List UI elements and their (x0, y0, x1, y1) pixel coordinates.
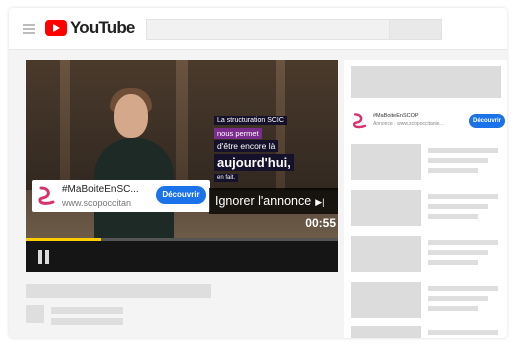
sidebar: #MaBoiteEnSCOP Annonce · www.scopoccitan… (344, 60, 507, 338)
suggested-video-line (428, 204, 488, 209)
pause-icon[interactable] (38, 250, 50, 264)
channel-avatar-placeholder (26, 305, 44, 323)
suggested-video-line (428, 330, 498, 335)
search-button[interactable] (390, 19, 442, 40)
suggested-video-thumbnail[interactable] (351, 190, 421, 226)
suggested-video-thumbnail[interactable] (351, 282, 421, 318)
sidebar-ad-url[interactable]: Annonce · www.scopoccitanie... (373, 121, 444, 127)
subtitle-line: en fait. (214, 174, 239, 182)
search-input[interactable] (146, 19, 390, 40)
sidebar-banner-placeholder (351, 66, 501, 98)
sidebar-ad-title[interactable]: #MaBoiteEnSCOP (373, 113, 419, 119)
ad-overlay-card[interactable]: #MaBoiteEnSC... www.scopoccitan Découvri… (32, 180, 210, 212)
suggested-video-thumbnail[interactable] (351, 144, 421, 180)
youtube-window: YouTube La structuration SCIC nous perme… (9, 8, 507, 338)
suggested-video-line (428, 306, 478, 311)
ad-timer: 00:55 (305, 216, 336, 230)
video-frame: La structuration SCIC nous permet d'être… (26, 60, 338, 238)
sidebar-discover-button[interactable]: Découvrir (469, 114, 505, 128)
hamburger-icon[interactable] (23, 24, 35, 34)
suggested-video-line (428, 296, 488, 301)
suggested-video-line (428, 260, 478, 265)
suggested-video-line (428, 148, 498, 153)
channel-subs-placeholder (51, 318, 123, 325)
channel-name-placeholder (51, 307, 123, 314)
youtube-logo-text[interactable]: YouTube (70, 18, 135, 38)
suggested-video-thumbnail[interactable] (351, 236, 421, 272)
suggested-video-thumbnail[interactable] (351, 326, 421, 338)
ad-title[interactable]: #MaBoiteEnSC... (62, 184, 139, 195)
suggested-video-line (428, 194, 498, 199)
skip-ad-button[interactable]: Ignorer l'annonce ▶| (209, 188, 338, 214)
suggested-video-line (428, 168, 478, 173)
discover-button[interactable]: Découvrir (156, 186, 206, 204)
sidebar-ad[interactable]: #MaBoiteEnSCOP Annonce · www.scopoccitan… (351, 112, 505, 132)
video-title-placeholder (26, 284, 211, 298)
video-player[interactable]: La structuration SCIC nous permet d'être… (26, 60, 338, 272)
player-controls (26, 241, 338, 272)
subtitle-line: d'être encore là (214, 140, 279, 152)
suggested-video-line (428, 214, 478, 219)
suggested-video-line (428, 158, 488, 163)
top-bar: YouTube (9, 8, 507, 50)
advertiser-logo-icon (38, 186, 55, 205)
ad-url[interactable]: www.scopoccitan (62, 198, 131, 208)
suggested-video-line (428, 250, 488, 255)
advertiser-logo-icon (352, 113, 367, 129)
skip-ad-label: Ignorer l'annonce (215, 194, 312, 208)
subtitle-line: aujourd'hui, (214, 154, 294, 171)
suggested-video-line (428, 240, 498, 245)
skip-next-icon: ▶| (315, 196, 325, 207)
subtitle-line: La structuration SCIC (214, 116, 287, 125)
youtube-play-icon[interactable] (45, 20, 67, 36)
subtitle-line: nous permet (214, 128, 262, 139)
suggested-video-line (428, 286, 498, 291)
speaker-head (114, 94, 148, 138)
